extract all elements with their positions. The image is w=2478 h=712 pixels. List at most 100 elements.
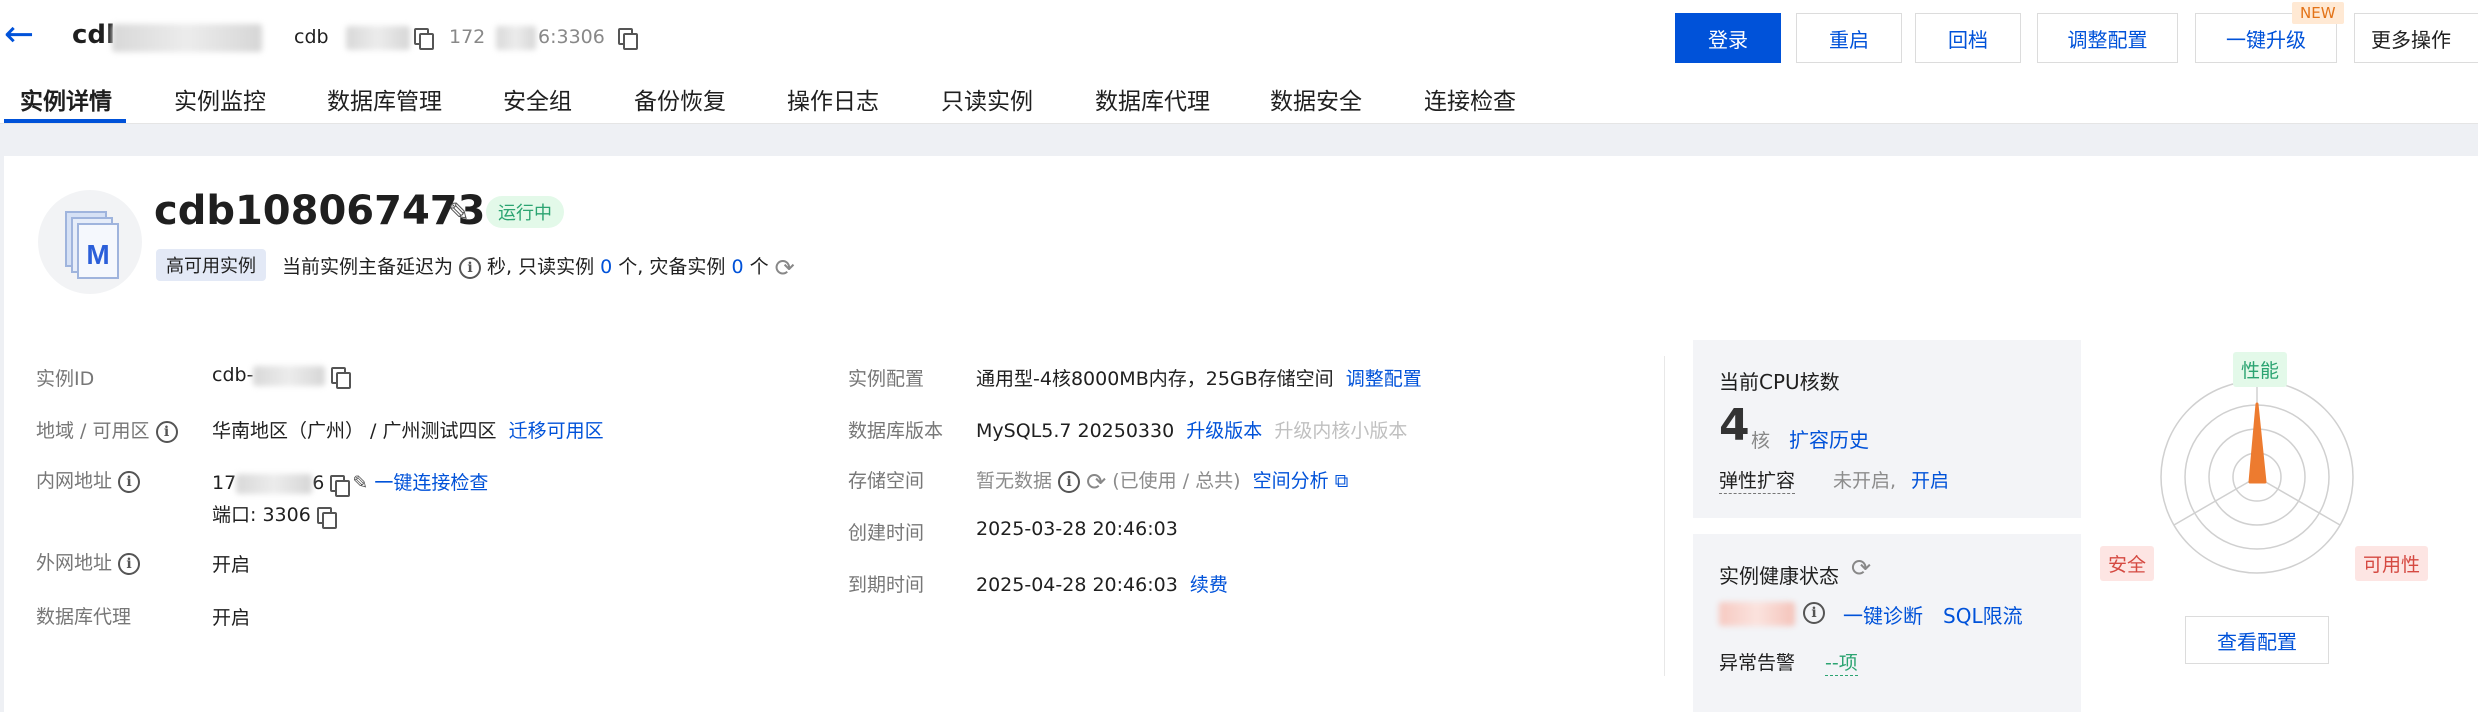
port-value: 端口: 3306 xyxy=(212,500,337,529)
refresh-icon[interactable]: ⟳ xyxy=(1086,470,1106,494)
instance-type-badge: 高可用实例 xyxy=(156,249,266,281)
radar-label-security: 安全 xyxy=(2100,546,2155,581)
radar-label-performance: 性能 xyxy=(2233,352,2288,387)
renew-link[interactable]: 续费 xyxy=(1190,574,1228,596)
more-actions-button[interactable]: 更多操作 xyxy=(2354,13,2478,63)
tab-instance-details[interactable]: 实例详情 xyxy=(20,82,112,116)
delay-text: 个, 灾备实例 xyxy=(618,256,726,278)
region-value: 华南地区（广州） / 广州测试四区 迁移可用区 xyxy=(212,416,604,443)
edit-icon[interactable]: ✎ xyxy=(352,472,368,494)
instance-id-value: cdb- xyxy=(212,364,352,389)
header-bar: ← cdl cdb 172 6:3306 登录 重启 回档 调整配置 一键升级 … xyxy=(0,0,2478,76)
copy-icon[interactable] xyxy=(330,474,351,497)
info-icon[interactable]: i xyxy=(155,420,178,443)
info-icon[interactable]: i xyxy=(118,552,141,575)
migrate-zone-link[interactable]: 迁移可用区 xyxy=(509,420,604,442)
elastic-scale-status: 未开启, xyxy=(1833,470,1897,492)
refresh-icon[interactable]: ⟳ xyxy=(775,256,795,280)
copy-icon[interactable] xyxy=(316,506,337,529)
delay-text: 个 xyxy=(749,256,769,278)
sql-throttle-link[interactable]: SQL限流 xyxy=(1943,600,2023,629)
version-value: MySQL5.7 20250330 升级版本 升级内核小版本 xyxy=(976,416,1407,443)
edit-icon[interactable]: ✎ xyxy=(448,198,470,228)
storage-used-text: (已使用 / 总共) xyxy=(1112,470,1241,492)
redacted-health-score xyxy=(1719,602,1795,626)
proxy-label: 数据库代理 xyxy=(36,606,132,628)
extranet-label: 外网地址 i xyxy=(36,548,141,575)
external-link-icon[interactable]: ⧉ xyxy=(1335,470,1349,492)
one-click-diagnose-link[interactable]: 一键诊断 xyxy=(1843,600,1923,629)
cpu-card: 当前CPU核数 4 核 扩容历史 弹性扩容 未开启, 开启 xyxy=(1693,340,2081,518)
elastic-scale-enable-link[interactable]: 开启 xyxy=(1911,466,1949,493)
alarm-count[interactable]: --项 xyxy=(1825,648,1858,676)
instance-title: cdl xyxy=(72,20,115,50)
radar-axis xyxy=(2173,476,2258,526)
tab-security-group[interactable]: 安全组 xyxy=(503,82,572,116)
storage-label: 存储空间 xyxy=(848,470,925,492)
tab-database-proxy[interactable]: 数据库代理 xyxy=(1095,82,1210,116)
proxy-enable-link[interactable]: 开启 xyxy=(212,603,250,630)
copy-icon[interactable] xyxy=(618,28,638,50)
copy-icon[interactable] xyxy=(414,28,434,50)
redacted-id xyxy=(253,365,326,386)
restart-button[interactable]: 重启 xyxy=(1796,13,1902,63)
tab-operation-log[interactable]: 操作日志 xyxy=(787,82,879,116)
dr-count-link[interactable]: 0 xyxy=(731,256,743,278)
space-analysis-link[interactable]: 空间分析 xyxy=(1253,470,1329,492)
intranet-value: 17 6 ✎ 一键连接检查 xyxy=(212,468,488,497)
tab-database-management[interactable]: 数据库管理 xyxy=(327,82,442,116)
adjust-config-button[interactable]: 调整配置 xyxy=(2037,13,2178,63)
tab-data-security[interactable]: 数据安全 xyxy=(1270,82,1362,116)
radar-label-availability: 可用性 xyxy=(2355,546,2429,581)
elastic-scale-label: 弹性扩容 xyxy=(1719,466,1796,494)
instance-id-prefix: cdb- xyxy=(212,364,254,386)
new-badge: NEW xyxy=(2292,2,2344,24)
config-value: 通用型-4核8000MB内存，25GB存储空间 调整配置 xyxy=(976,364,1422,391)
config-label: 实例配置 xyxy=(848,368,925,390)
region-label: 地域 / 可用区 i xyxy=(36,416,178,443)
copy-icon[interactable] xyxy=(331,366,352,389)
port-text: 端口: 3306 xyxy=(212,504,311,526)
tab-backup-restore[interactable]: 备份恢复 xyxy=(634,82,726,116)
alarm-label: 异常告警 xyxy=(1719,652,1796,674)
upgrade-minor-version-link: 升级内核小版本 xyxy=(1274,420,1408,442)
region-text: 华南地区（广州） / 广州测试四区 xyxy=(212,420,497,442)
redacted-ip xyxy=(236,473,313,494)
upgrade-version-link[interactable]: 升级版本 xyxy=(1186,420,1262,442)
redacted-id xyxy=(346,26,410,50)
info-icon[interactable]: i xyxy=(1058,470,1081,493)
tab-connection-check[interactable]: 连接检查 xyxy=(1424,82,1516,116)
tab-readonly-instances[interactable]: 只读实例 xyxy=(941,82,1033,116)
view-config-button[interactable]: 查看配置 xyxy=(2185,616,2329,664)
scale-history-link[interactable]: 扩容历史 xyxy=(1789,424,1869,453)
info-icon[interactable]: i xyxy=(118,470,141,493)
created-value: 2025-03-28 20:46:03 xyxy=(976,518,1178,540)
svg-text:M: M xyxy=(86,239,109,270)
cpu-card-title: 当前CPU核数 xyxy=(1719,370,1840,394)
info-icon[interactable]: i xyxy=(459,256,482,279)
adjust-config-link[interactable]: 调整配置 xyxy=(1346,368,1422,390)
divider xyxy=(1664,356,1665,676)
status-badge: 运行中 xyxy=(486,196,564,228)
connection-check-link[interactable]: 一键连接检查 xyxy=(374,472,488,494)
extranet-label-text: 外网地址 xyxy=(36,552,113,574)
replication-delay-line: 当前实例主备延迟为 i 秒, 只读实例 0 个, 灾备实例 0 个 ⟳ xyxy=(282,252,795,280)
refresh-icon[interactable]: ⟳ xyxy=(1851,556,1871,580)
intranet-ip-prefix: 17 xyxy=(212,472,237,494)
instance-name: cdb108067473 xyxy=(154,188,486,234)
expire-text: 2025-04-28 20:46:03 xyxy=(976,574,1178,596)
info-icon[interactable]: i xyxy=(1803,602,1825,624)
tab-instance-monitor[interactable]: 实例监控 xyxy=(174,82,266,116)
radar-axis xyxy=(2256,476,2341,526)
config-text: 通用型-4核8000MB内存，25GB存储空间 xyxy=(976,368,1334,390)
readonly-count-link[interactable]: 0 xyxy=(600,256,612,278)
back-arrow-icon[interactable]: ← xyxy=(4,14,34,55)
cpu-unit: 核 xyxy=(1751,430,1771,452)
cpu-count: 4 xyxy=(1719,400,1750,451)
expire-label: 到期时间 xyxy=(848,574,925,596)
extranet-enable-link[interactable]: 开启 xyxy=(212,550,250,577)
login-button[interactable]: 登录 xyxy=(1675,13,1781,63)
rollback-button[interactable]: 回档 xyxy=(1915,13,2021,63)
ip-prefix: 172 xyxy=(449,26,486,48)
instance-id-prefix: cdb xyxy=(294,26,329,48)
